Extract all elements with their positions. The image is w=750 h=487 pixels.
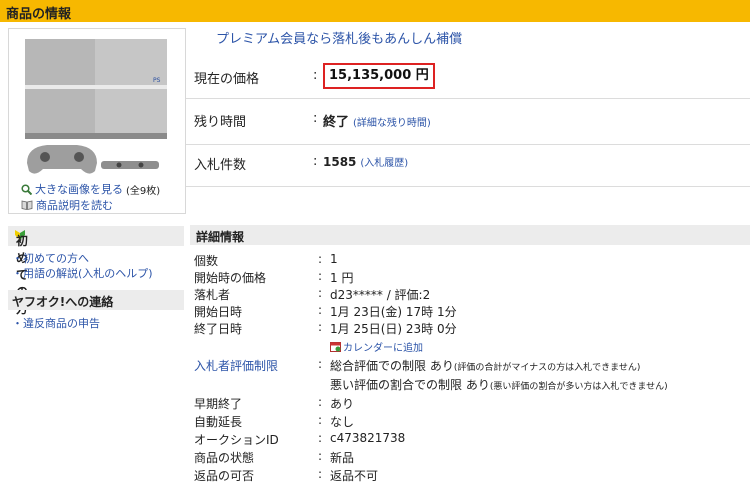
detail-label-start-time: 開始日時: [194, 305, 243, 319]
detail-value-early-end: あり: [330, 397, 355, 411]
detail-value-condition: 新品: [330, 451, 355, 465]
detail-label-early-end: 早期終了: [194, 397, 243, 411]
detail-label-auto-extend: 自動延長: [194, 415, 243, 429]
premium-protection-link[interactable]: プレミアム会員なら落札後もあんしん補償: [216, 28, 462, 47]
bid-count-label: 入札件数: [194, 158, 247, 173]
total-rating-limit: 総合評価での制限 あり(評価の合計がマイナスの方は入札できません): [330, 359, 641, 373]
contact-title: ヤフオク!への連絡: [12, 295, 114, 309]
sidebar-item-beginner-guide[interactable]: ・初めての方へ: [12, 250, 89, 266]
sidebar-item-glossary[interactable]: ・用語の解説(入札のヘルプ): [12, 265, 153, 281]
detail-value-quantity: 1: [330, 252, 338, 266]
book-icon: [21, 200, 33, 210]
beginner-section-header: 初めての方: [8, 226, 184, 316]
time-left-label: 残り時間: [194, 115, 247, 130]
sidebar-item-report-violation[interactable]: ・違反商品の申告: [12, 315, 100, 331]
time-left-value: 終了 (詳細な残り時間): [323, 115, 431, 130]
details-section-header: 詳細情報: [190, 225, 750, 245]
section-header: 商品の情報: [0, 0, 750, 22]
detail-label-auction-id: オークションID: [194, 433, 279, 447]
detail-value-start-time: 1月 23日(金) 17時 1分: [330, 305, 457, 319]
current-price-row: 現在の価格 :: [186, 52, 750, 99]
detail-value-winner: d23***** / 評価:2: [330, 288, 431, 302]
product-image-box[interactable]: PS 大きな画像を見る (全9枚) 商品説明を読む: [8, 28, 186, 214]
detail-value-start-price: 1 円: [330, 271, 354, 285]
section-title: 商品の情報: [6, 7, 72, 22]
details-title: 詳細情報: [196, 230, 245, 244]
detail-value-auction-id: c473821738: [330, 431, 406, 445]
magnifier-icon: [21, 183, 32, 195]
current-price-value: 15,135,000 円: [323, 63, 435, 89]
detailed-time-link[interactable]: (詳細な残り時間): [353, 118, 431, 129]
svg-text:PS: PS: [153, 77, 161, 84]
detail-label-start-price: 開始時の価格: [194, 271, 267, 285]
detail-value-end-time: 1月 25日(日) 23時 0分: [330, 322, 457, 336]
current-price-label: 現在の価格: [194, 72, 260, 87]
time-left-row: 残り時間 : 終了 (詳細な残り時間): [186, 98, 750, 145]
bidder-rating-limit-link[interactable]: 入札者評価制限: [194, 357, 278, 374]
image-count: (全9枚): [126, 185, 161, 197]
bad-rating-limit: 悪い評価の割合での制限 あり(悪い評価の割合が多い方は入札できません): [330, 378, 668, 392]
detail-label-end-time: 終了日時: [194, 322, 243, 336]
read-description-label: 商品説明を読む: [36, 199, 113, 212]
add-to-calendar-link[interactable]: カレンダーに追加: [330, 339, 423, 354]
detail-label-condition: 商品の状態: [194, 451, 255, 465]
bid-count-row: 入札件数 : 1585 (入札履歴): [186, 144, 750, 187]
detail-value-returns: 返品不可: [330, 469, 379, 483]
calendar-icon: [330, 342, 341, 352]
view-large-label: 大きな画像を見る: [35, 183, 123, 196]
bid-count-value: 1585 (入札履歴): [323, 155, 409, 169]
detail-label-winner: 落札者: [194, 288, 231, 302]
product-image[interactable]: PS: [19, 33, 173, 183]
read-description-link[interactable]: 商品説明を読む: [21, 197, 113, 213]
view-large-image-link[interactable]: 大きな画像を見る (全9枚): [21, 181, 160, 197]
bid-history-link[interactable]: (入札履歴): [360, 158, 408, 169]
detail-label-quantity: 個数: [194, 254, 219, 268]
contact-section-header: ヤフオク!への連絡: [8, 290, 184, 310]
detail-value-auto-extend: なし: [330, 415, 355, 429]
detail-label-returns: 返品の可否: [194, 469, 255, 483]
